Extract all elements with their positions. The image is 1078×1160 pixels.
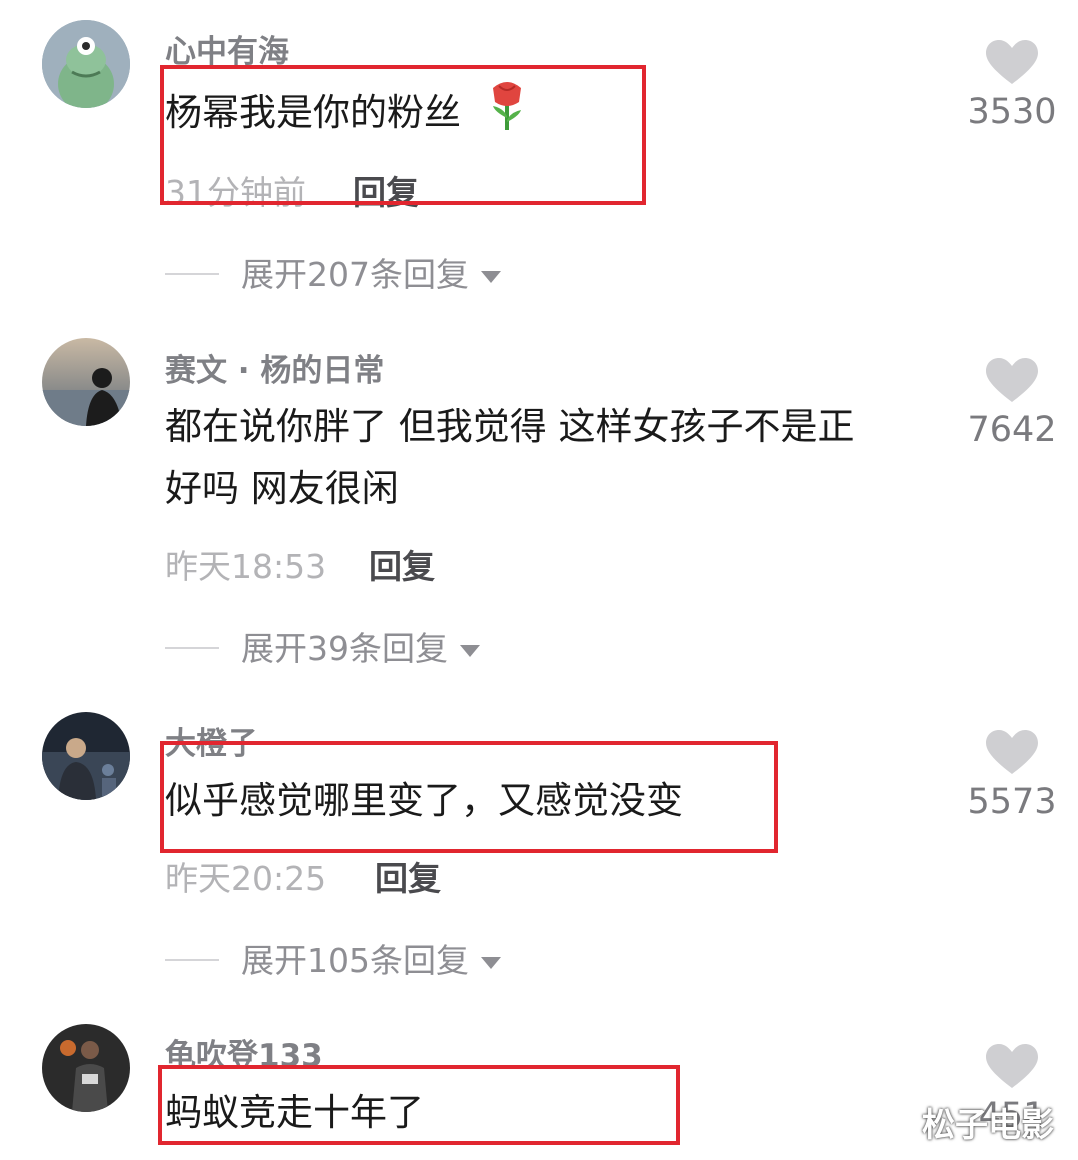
divider-line xyxy=(165,272,219,275)
comment-time: 昨天18:53 xyxy=(165,547,327,586)
expand-replies-button[interactable]: 展开105条回复 xyxy=(165,934,501,982)
like-button[interactable]: 7642 xyxy=(960,358,1064,450)
silhouette-avatar-image xyxy=(42,338,130,426)
comment-text-line: 好吗 网友很闲 xyxy=(165,467,399,510)
comment-meta: 昨天18:53 回复 xyxy=(165,540,435,588)
heart-icon xyxy=(986,1044,1038,1088)
caret-down-icon xyxy=(481,956,501,969)
heart-icon xyxy=(986,730,1038,774)
caret-down-icon xyxy=(460,644,480,657)
expand-replies-label: 展开105条回复 xyxy=(241,941,469,980)
expand-replies-button[interactable]: 展开39条回复 xyxy=(165,622,480,670)
expand-replies-label: 展开39条回复 xyxy=(241,629,448,668)
highlight-box xyxy=(160,65,646,205)
expand-replies-button[interactable]: 展开207条回复 xyxy=(165,248,501,296)
highlight-box xyxy=(158,1065,680,1145)
reply-button[interactable]: 回复 xyxy=(375,852,441,900)
frog-avatar-image xyxy=(42,20,130,108)
avatar[interactable] xyxy=(42,338,130,426)
like-count: 7642 xyxy=(967,410,1057,450)
like-count: 5573 xyxy=(967,782,1057,822)
expand-replies-label: 展开207条回复 xyxy=(241,255,469,294)
comment-meta: 昨天20:25 回复 xyxy=(165,852,441,900)
caret-down-icon xyxy=(481,270,501,283)
divider-line xyxy=(165,958,219,961)
avatar[interactable] xyxy=(42,1024,130,1112)
comment-text-line: 都在说你胖了 但我觉得 这样女孩子不是正 xyxy=(165,405,855,448)
photo-avatar-image xyxy=(42,712,130,800)
comment-time: 昨天20:25 xyxy=(165,859,327,898)
heart-icon xyxy=(986,40,1038,84)
avatar[interactable] xyxy=(42,20,130,108)
basketball-player-avatar-image xyxy=(42,1024,130,1112)
comment-text: 都在说你胖了 但我觉得 这样女孩子不是正 好吗 网友很闲 xyxy=(165,396,855,520)
like-count: 3530 xyxy=(967,92,1057,132)
avatar[interactable] xyxy=(42,712,130,800)
watermark: 松子电影 xyxy=(922,1105,1054,1144)
divider-line xyxy=(165,646,219,649)
reply-button[interactable]: 回复 xyxy=(369,540,435,588)
like-button[interactable]: 5573 xyxy=(960,730,1064,822)
highlight-box xyxy=(160,741,778,853)
username[interactable]: 赛文 · 杨的日常 xyxy=(165,345,384,390)
like-button[interactable]: 3530 xyxy=(960,40,1064,132)
heart-icon xyxy=(986,358,1038,402)
